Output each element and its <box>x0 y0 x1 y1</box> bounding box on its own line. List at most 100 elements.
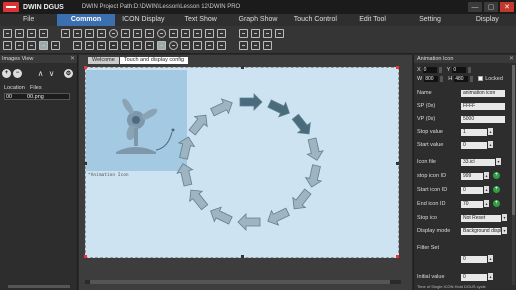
icon-display-icon[interactable] <box>109 29 118 38</box>
stop-value-input[interactable]: 1 <box>461 128 487 136</box>
text-icon[interactable] <box>85 29 94 38</box>
book-icon[interactable] <box>181 41 190 50</box>
stop-value-spinner[interactable]: ▴ <box>488 128 493 135</box>
generate-icon[interactable] <box>39 41 48 50</box>
add-stop-icon-button[interactable]: + <box>493 172 500 179</box>
menu-setting[interactable]: Setting <box>401 14 458 26</box>
settings-icon[interactable]: ⚙ <box>64 68 73 78</box>
resize-handle[interactable] <box>84 66 87 69</box>
resize-handle[interactable] <box>241 255 244 258</box>
save-all-icon[interactable] <box>39 29 48 38</box>
delete-icon[interactable] <box>239 29 248 38</box>
minimize-button[interactable]: — <box>468 2 482 12</box>
duplicate-icon[interactable] <box>239 41 248 50</box>
data-variable-icon[interactable] <box>73 29 82 38</box>
open-file-icon[interactable] <box>15 29 24 38</box>
x-spinner[interactable] <box>438 66 442 73</box>
screen-page[interactable]: *Animation Icon <box>84 66 400 259</box>
image-list-row[interactable]: 00 00.png <box>4 93 70 100</box>
end-icon-input[interactable]: 70 <box>461 200 483 208</box>
list-icon[interactable] <box>73 41 82 50</box>
tab-welcome[interactable]: Welcome <box>88 57 119 64</box>
menu-edit-tool[interactable]: Edit Tool <box>344 14 401 26</box>
initial-value-input[interactable]: 0 <box>461 273 487 281</box>
camera-icon[interactable] <box>169 41 178 50</box>
filter-spinner[interactable]: ▴ <box>488 255 493 262</box>
menu-text-show[interactable]: Text Show <box>172 14 229 26</box>
start-icon-input[interactable]: 0 <box>461 186 483 194</box>
trend-icon[interactable] <box>51 41 60 50</box>
copy-icon[interactable] <box>251 29 260 38</box>
qr-code-icon[interactable] <box>121 29 130 38</box>
curve-icon[interactable] <box>217 29 226 38</box>
resize-handle[interactable] <box>241 66 244 69</box>
end-icon-spinner[interactable]: ▴ <box>484 200 489 207</box>
paste-icon[interactable] <box>263 29 272 38</box>
y-spinner[interactable] <box>468 66 472 73</box>
export-icon[interactable] <box>15 41 24 50</box>
wrench-icon[interactable] <box>205 41 214 50</box>
clone-icon[interactable] <box>251 41 260 50</box>
clock-icon[interactable] <box>157 29 166 38</box>
close-icon[interactable]: ✕ <box>509 55 514 63</box>
display-mode-select[interactable]: Background displ <box>461 227 501 235</box>
panel-scrollbar[interactable] <box>512 65 515 285</box>
bitmap-icon[interactable] <box>133 29 142 38</box>
menu-display[interactable]: Display <box>459 14 516 26</box>
locked-checkbox[interactable] <box>478 76 484 81</box>
h-input[interactable]: 480 <box>454 75 469 82</box>
resize-handle[interactable] <box>396 66 399 69</box>
rtc-icon[interactable] <box>97 29 106 38</box>
tab-touch-display-config[interactable]: Touch and display config <box>119 57 189 64</box>
stop-icon-spinner[interactable]: ▴ <box>484 172 489 179</box>
variable-icon[interactable] <box>61 29 70 38</box>
scrollbar-thumb[interactable] <box>512 65 515 215</box>
start-value-spinner[interactable]: ▴ <box>488 141 493 148</box>
chevron-down-icon[interactable]: ▾ <box>502 214 507 221</box>
resize-handle[interactable] <box>396 162 399 165</box>
undo-icon[interactable] <box>263 41 272 50</box>
menu-icon[interactable] <box>145 41 154 50</box>
move-up-icon[interactable]: ∧ <box>36 69 45 78</box>
chevron-down-icon[interactable]: ▾ <box>502 227 507 234</box>
start-value-input[interactable]: 0 <box>461 141 487 149</box>
add-end-icon-button[interactable]: + <box>493 200 500 207</box>
animation-icon[interactable] <box>145 29 154 38</box>
menu-touch-control[interactable]: Touch Control <box>287 14 344 26</box>
close-icon[interactable]: ✕ <box>70 55 75 63</box>
play-icon[interactable] <box>27 41 36 50</box>
start-icon-spinner[interactable]: ▴ <box>484 186 489 193</box>
display-icon[interactable] <box>157 41 166 50</box>
name-input[interactable]: animation icon <box>461 89 505 97</box>
resize-handle[interactable] <box>84 162 87 165</box>
resize-handle[interactable] <box>396 255 399 258</box>
scrollbar-thumb[interactable] <box>90 280 390 284</box>
w-input[interactable]: 800 <box>424 75 439 82</box>
stop-ico-select[interactable]: Not Reset <box>461 214 501 222</box>
graph-icon[interactable] <box>181 29 190 38</box>
menu-icon-display[interactable]: ICON Display <box>115 14 172 26</box>
chart-icon[interactable] <box>205 29 214 38</box>
y-input[interactable]: 0 <box>452 66 467 73</box>
canvas-scrollbar[interactable] <box>85 280 401 284</box>
trash-icon[interactable] <box>275 29 284 38</box>
w-spinner[interactable] <box>440 75 444 82</box>
animation-ring[interactable] <box>86 68 400 259</box>
grid-icon[interactable] <box>133 41 142 50</box>
image-icon[interactable] <box>193 29 202 38</box>
save-icon[interactable] <box>27 29 36 38</box>
menu-common[interactable]: Common <box>57 14 115 26</box>
sp-input[interactable]: FFFF <box>461 102 505 110</box>
menu-graph-show[interactable]: Graph Show <box>229 14 286 26</box>
table-icon[interactable] <box>169 29 178 38</box>
new-file-icon[interactable] <box>3 29 12 38</box>
add-start-icon-button[interactable]: + <box>493 186 500 193</box>
close-button[interactable]: ✕ <box>500 2 514 12</box>
ungroup-icon[interactable] <box>121 41 130 50</box>
tools-icon[interactable] <box>193 41 202 50</box>
group-icon[interactable] <box>109 41 118 50</box>
resize-handle[interactable] <box>84 255 87 258</box>
icon-file-select[interactable]: 33.icl <box>461 158 495 166</box>
sun-icon[interactable] <box>217 41 226 50</box>
menu-file[interactable]: File <box>0 14 57 26</box>
